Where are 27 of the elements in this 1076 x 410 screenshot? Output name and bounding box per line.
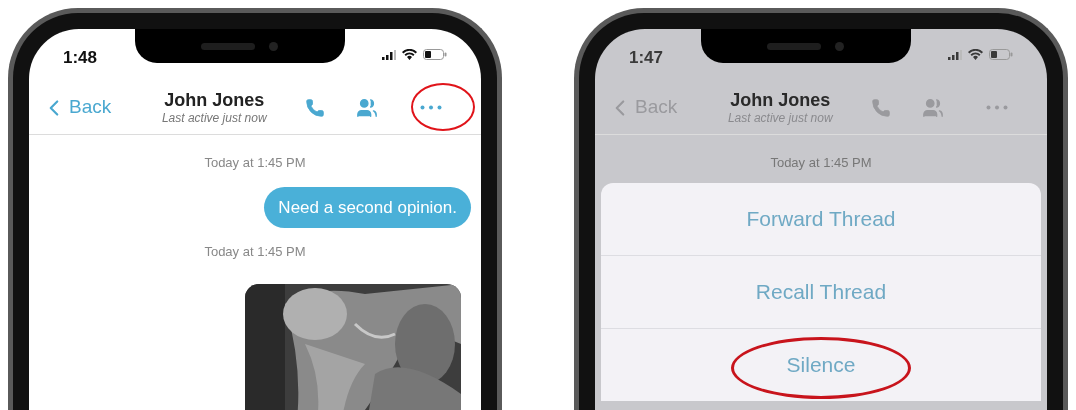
timestamp: Today at 1:45 PM [770, 154, 872, 172]
battery-icon [423, 49, 447, 60]
status-time: 1:47 [629, 47, 664, 69]
phone-icon [304, 97, 325, 118]
last-active-text: Last active just now [161, 111, 267, 127]
phone-icon [870, 97, 891, 118]
action-item[interactable]: Recall Thread [601, 255, 1041, 328]
back-button[interactable]: Back [41, 93, 112, 122]
wifi-icon [402, 49, 417, 60]
wifi-icon [968, 49, 983, 60]
group-icon [922, 96, 945, 119]
action-item[interactable]: Forward Thread [601, 182, 1041, 255]
action-item[interactable]: Silence [601, 328, 1041, 401]
timestamp: Today at 1:45 PM [204, 154, 306, 172]
more-icon [420, 105, 443, 110]
battery-icon [989, 49, 1013, 60]
last-active-text: Last active just now [727, 111, 833, 127]
highlight-ellipse [411, 83, 475, 131]
contact-name: John Jones [730, 88, 831, 112]
more-icon [986, 105, 1009, 110]
signal-icon [948, 49, 962, 60]
status-time: 1:48 [63, 47, 98, 69]
message-bubble: Need a second opinion. [264, 186, 471, 228]
group-icon [356, 96, 379, 119]
timestamp: Today at 1:45 PM [204, 243, 306, 261]
signal-icon [382, 49, 396, 60]
contact-name: John Jones [164, 88, 265, 112]
